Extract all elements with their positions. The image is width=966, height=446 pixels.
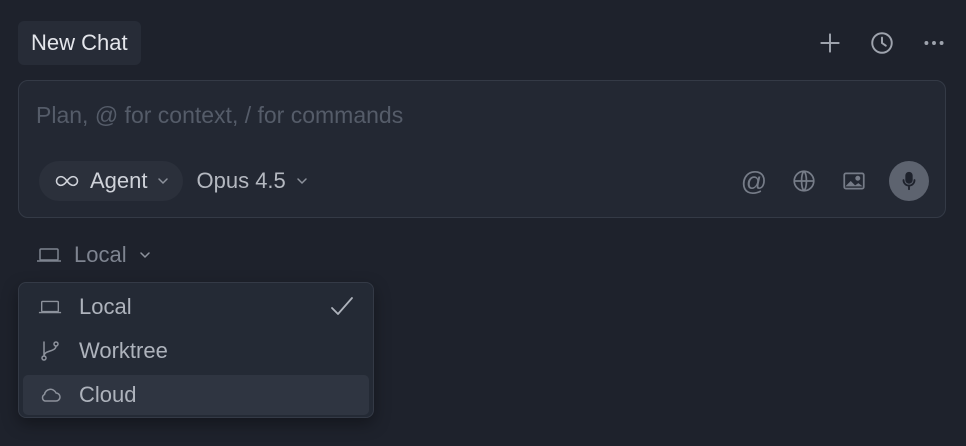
menu-item-worktree[interactable]: Worktree bbox=[23, 331, 369, 371]
environment-select[interactable]: Local bbox=[36, 240, 151, 270]
model-label: Opus 4.5 bbox=[196, 168, 286, 193]
chevron-down-icon bbox=[139, 252, 150, 259]
history-icon[interactable] bbox=[866, 27, 898, 59]
new-chat-icon[interactable] bbox=[814, 27, 846, 59]
branch-icon bbox=[37, 338, 63, 364]
cloud-icon bbox=[37, 382, 63, 408]
laptop-icon bbox=[37, 248, 61, 262]
checkmark-icon bbox=[331, 297, 353, 315]
chat-panel: New Chat Agent Opus 4.5 bbox=[0, 0, 966, 446]
menu-item-label: Cloud bbox=[79, 382, 137, 407]
model-select[interactable]: Opus 4.5 bbox=[197, 161, 308, 201]
more-options-icon[interactable] bbox=[918, 27, 950, 59]
menu-item-local[interactable]: Local bbox=[23, 287, 369, 327]
infinity-icon bbox=[55, 175, 79, 187]
composer: Agent Opus 4.5 @ bbox=[18, 80, 946, 218]
header-actions bbox=[814, 27, 950, 59]
at-mention-icon[interactable]: @ bbox=[739, 166, 769, 196]
agent-mode-select[interactable]: Agent bbox=[39, 161, 183, 201]
composer-controls: Agent Opus 4.5 bbox=[39, 161, 308, 201]
environment-dropdown: Local Worktree Cloud bbox=[18, 282, 374, 418]
environment-label: Local bbox=[74, 242, 127, 267]
chat-tab-label: New Chat bbox=[31, 30, 128, 55]
prompt-input[interactable] bbox=[36, 97, 916, 133]
chat-tab-title[interactable]: New Chat bbox=[18, 21, 141, 65]
menu-item-label: Worktree bbox=[79, 338, 168, 363]
globe-icon[interactable] bbox=[789, 166, 819, 196]
menu-item-label: Local bbox=[79, 294, 132, 319]
image-icon[interactable] bbox=[839, 166, 869, 196]
composer-tools: @ bbox=[739, 161, 929, 201]
chevron-down-icon bbox=[297, 178, 307, 185]
laptop-icon bbox=[37, 294, 63, 320]
menu-item-cloud[interactable]: Cloud bbox=[23, 375, 369, 415]
chevron-down-icon bbox=[157, 178, 168, 185]
microphone-icon[interactable] bbox=[889, 161, 929, 201]
agent-mode-label: Agent bbox=[90, 168, 148, 193]
at-mention-glyph: @ bbox=[740, 166, 768, 196]
